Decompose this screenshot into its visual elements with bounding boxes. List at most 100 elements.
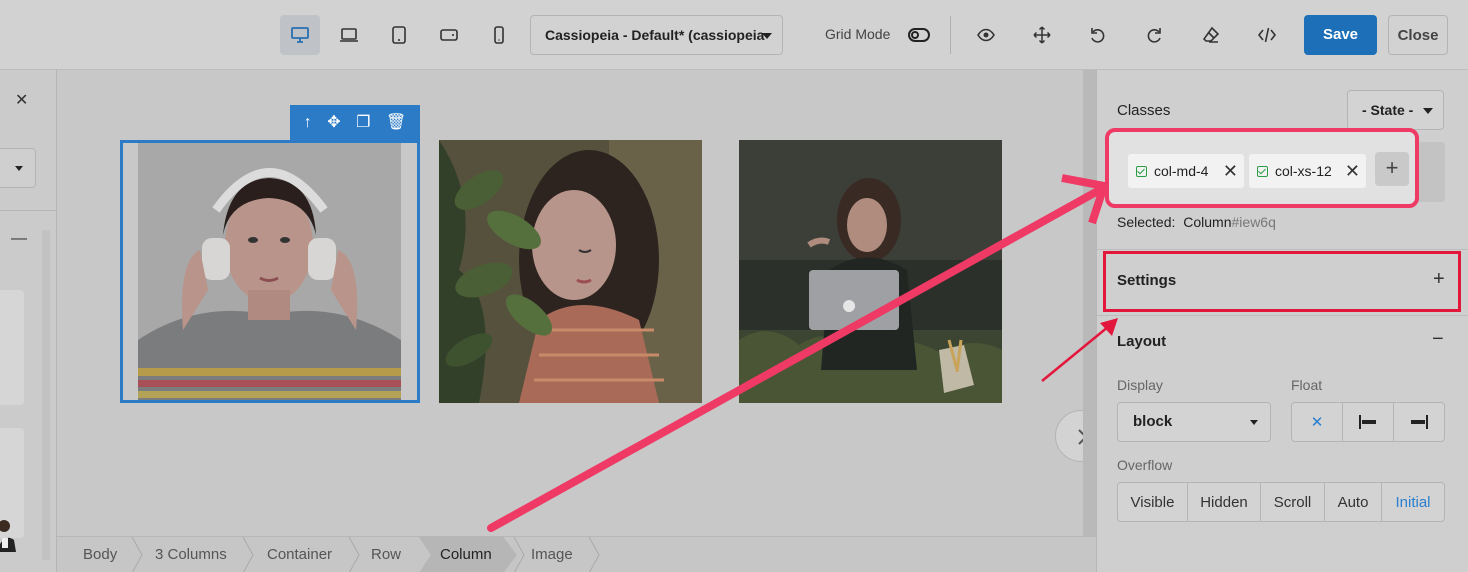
tablet-landscape-view-button[interactable] xyxy=(429,15,469,55)
class-tag-label: col-xs-12 xyxy=(1275,163,1332,179)
preview-button[interactable] xyxy=(971,20,1001,50)
move-tool-button[interactable] xyxy=(1027,20,1057,50)
canvas-image-laptop[interactable] xyxy=(739,140,1002,403)
breadcrumb-separator-icon xyxy=(131,537,143,572)
canvas-scrollbar[interactable] xyxy=(1083,70,1096,536)
close-icon[interactable]: ✕ xyxy=(15,90,28,110)
collapse-icon[interactable]: − xyxy=(1432,328,1444,351)
overflow-option-initial[interactable]: Initial xyxy=(1382,483,1444,521)
float-right-icon xyxy=(1411,415,1428,429)
display-label: Display xyxy=(1117,377,1163,393)
overflow-option-hidden[interactable]: Hidden xyxy=(1188,483,1261,521)
class-tag[interactable]: col-md-4 ✕ xyxy=(1128,154,1244,188)
breadcrumb-item-body[interactable]: Body xyxy=(83,537,117,572)
classes-container-bg xyxy=(1415,142,1445,202)
overflow-option-visible[interactable]: Visible xyxy=(1118,483,1188,521)
copy-icon[interactable]: ❐ xyxy=(356,114,370,131)
classes-label: Classes xyxy=(1117,102,1171,119)
breadcrumb-item-container[interactable]: Container xyxy=(267,537,332,572)
sidebar-block[interactable] xyxy=(0,290,24,405)
close-button[interactable]: Close xyxy=(1388,15,1448,55)
grid-mode-toggle[interactable] xyxy=(908,28,930,42)
code-view-button[interactable] xyxy=(1252,20,1282,50)
breadcrumb-separator-icon xyxy=(513,537,525,572)
laptop-icon xyxy=(340,28,358,42)
mobile-view-button[interactable] xyxy=(479,15,519,55)
redo-button[interactable] xyxy=(1139,20,1169,50)
overflow-label: Overflow xyxy=(1117,457,1173,473)
expand-icon[interactable]: + xyxy=(1433,268,1445,291)
sidebar-thumbnail[interactable] xyxy=(0,512,16,552)
breadcrumb-separator-icon xyxy=(242,537,254,572)
style-manager-panel: Classes - State - col-md-4 ✕ col-xs-12 ✕… xyxy=(1096,70,1468,572)
sidebar-scrollbar[interactable] xyxy=(42,230,50,560)
checkbox-icon[interactable] xyxy=(1136,166,1147,177)
sidebar-divider xyxy=(0,210,56,211)
panel-divider xyxy=(1097,315,1468,316)
breadcrumb-item-row[interactable]: Row xyxy=(371,537,401,572)
classes-container: col-md-4 ✕ col-xs-12 ✕ + xyxy=(1105,128,1419,208)
layout-label: Layout xyxy=(1117,333,1167,350)
breadcrumb-item-3-columns[interactable]: 3 Columns xyxy=(155,537,227,572)
tablet-icon xyxy=(392,26,406,44)
selection-toolbar: ↑ ✥ ❐ 🗑 xyxy=(290,105,420,140)
toolbar-divider xyxy=(950,16,951,54)
selected-label: Selected: xyxy=(1117,214,1176,230)
move-arrows-icon xyxy=(1033,26,1051,44)
float-label: Float xyxy=(1291,377,1323,393)
overflow-radio-group: Visible Hidden Scroll Auto Initial xyxy=(1117,482,1445,522)
desktop-view-button[interactable] xyxy=(280,15,320,55)
top-toolbar: Cassiopeia - Default* (cassiopeia Grid M… xyxy=(0,0,1468,70)
trash-icon[interactable]: 🗑 xyxy=(386,114,406,131)
selected-name: Column xyxy=(1183,214,1232,230)
close-icon[interactable]: ✕ xyxy=(1223,154,1238,188)
move-icon[interactable]: ✥ xyxy=(327,114,340,131)
eye-icon xyxy=(977,28,995,42)
sidebar-select[interactable] xyxy=(0,148,36,188)
close-icon[interactable]: ✕ xyxy=(1345,154,1360,188)
float-none-option[interactable]: ✕ xyxy=(1292,403,1343,441)
class-tag[interactable]: col-xs-12 ✕ xyxy=(1249,154,1366,188)
breadcrumb-separator-icon xyxy=(348,537,360,572)
canvas-image-leaves[interactable] xyxy=(439,140,702,403)
breadcrumb-separator-icon xyxy=(588,537,600,572)
grid-mode-label: Grid Mode xyxy=(825,26,891,42)
left-sidebar: ✕ — xyxy=(0,70,57,572)
selected-info: Selected: Column#iew6q xyxy=(1117,214,1276,230)
eraser-icon xyxy=(1202,26,1220,43)
float-left-icon xyxy=(1359,415,1376,429)
editor-canvas[interactable]: ↑ ✥ ❐ 🗑 xyxy=(57,70,1107,536)
breadcrumb-item-image[interactable]: Image xyxy=(531,537,573,572)
float-left-option[interactable] xyxy=(1343,403,1394,441)
selected-id: #iew6q xyxy=(1231,214,1276,230)
panel-divider xyxy=(1097,249,1468,250)
float-right-option[interactable] xyxy=(1394,403,1444,441)
none-icon: ✕ xyxy=(1310,414,1324,431)
laptop-view-button[interactable] xyxy=(329,15,369,55)
selected-column-outline xyxy=(120,140,420,403)
undo-icon xyxy=(1091,28,1105,43)
clear-canvas-button[interactable] xyxy=(1196,20,1226,50)
display-select-value: block xyxy=(1133,413,1173,430)
code-icon xyxy=(1257,27,1277,43)
tablet-view-button[interactable] xyxy=(379,15,419,55)
display-select[interactable]: block xyxy=(1117,402,1271,442)
collapse-icon[interactable]: — xyxy=(11,230,27,248)
class-tag-label: col-md-4 xyxy=(1154,163,1209,179)
add-class-button[interactable]: + xyxy=(1375,152,1409,186)
checkbox-icon[interactable] xyxy=(1257,166,1268,177)
redo-icon xyxy=(1147,28,1161,43)
overflow-option-scroll[interactable]: Scroll xyxy=(1261,483,1325,521)
state-select[interactable]: - State - xyxy=(1347,90,1444,130)
overflow-option-auto[interactable]: Auto xyxy=(1325,483,1382,521)
tablet-landscape-icon xyxy=(440,29,458,41)
undo-button[interactable] xyxy=(1083,20,1113,50)
breadcrumb-item-column[interactable]: Column xyxy=(440,537,492,572)
arrow-up-icon[interactable]: ↑ xyxy=(304,114,312,131)
state-select-value: - State - xyxy=(1362,102,1414,118)
chevron-down-icon xyxy=(762,33,772,39)
breadcrumb: Body 3 Columns Container Row Column Imag… xyxy=(57,536,1096,572)
template-select-value: Cassiopeia - Default* (cassiopeia xyxy=(545,27,765,43)
template-select[interactable]: Cassiopeia - Default* (cassiopeia xyxy=(530,15,783,55)
save-button[interactable]: Save xyxy=(1304,15,1377,55)
